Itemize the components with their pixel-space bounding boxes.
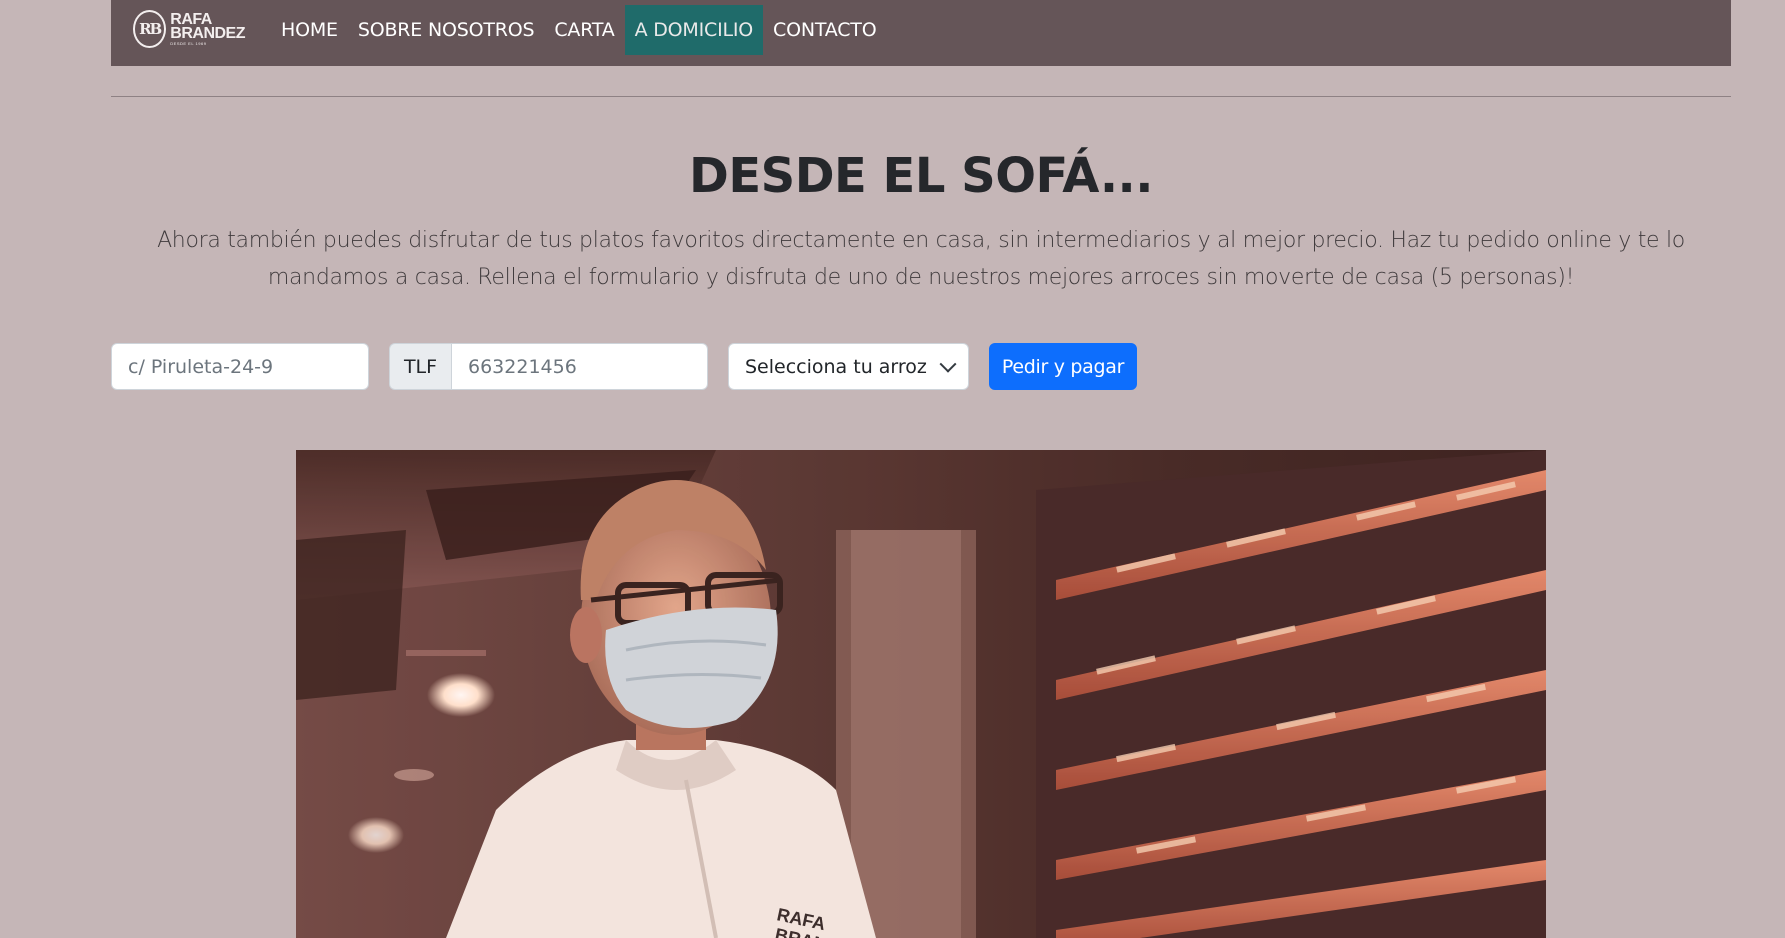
chef-photo: RAFA BRANDEZ xyxy=(296,450,1546,938)
section-divider xyxy=(111,96,1731,97)
chef-photo-illustration: RAFA BRANDEZ xyxy=(296,450,1546,938)
phone-prefix: TLF xyxy=(389,343,451,390)
rice-select[interactable]: Selecciona tu arroz xyxy=(728,343,969,390)
nav-contacto[interactable]: CONTACTO xyxy=(763,5,886,55)
nav-a-domicilio[interactable]: A DOMICILIO xyxy=(624,5,764,55)
address-placeholder: c/ Piruleta-24-9 xyxy=(128,355,274,378)
rice-select-value: Selecciona tu arroz xyxy=(745,355,927,378)
chevron-down-icon xyxy=(939,355,957,373)
navbar: RB RAFA BRANDEZ DESDE EL 1969 HOME SOBRE… xyxy=(111,0,1731,66)
hero-description: Ahora también puedes disfrutar de tus pl… xyxy=(157,228,1685,290)
order-form: c/ Piruleta-24-9 TLF 663221456 Seleccion… xyxy=(111,343,1137,390)
order-pay-button[interactable]: Pedir y pagar xyxy=(989,343,1137,390)
phone-input[interactable]: 663221456 xyxy=(451,343,708,390)
nav-links: HOME SOBRE NOSOTROS CARTA A DOMICILIO CO… xyxy=(271,5,886,55)
brand-logo[interactable]: RB RAFA BRANDEZ DESDE EL 1969 xyxy=(133,9,245,49)
nav-home[interactable]: HOME xyxy=(271,5,348,55)
logo-wordmark: RAFA BRANDEZ DESDE EL 1969 xyxy=(170,11,245,46)
address-input[interactable]: c/ Piruleta-24-9 xyxy=(111,343,369,390)
logo-name-line2: BRANDEZ xyxy=(170,24,245,42)
phone-placeholder: 663221456 xyxy=(468,355,577,378)
nav-sobre-nosotros[interactable]: SOBRE NOSOTROS xyxy=(348,5,545,55)
logo-monogram: RB xyxy=(133,10,167,48)
phone-input-group: TLF 663221456 xyxy=(389,343,708,390)
page-title: DESDE EL SOFÁ... xyxy=(688,148,1154,204)
nav-carta[interactable]: CARTA xyxy=(544,5,624,55)
